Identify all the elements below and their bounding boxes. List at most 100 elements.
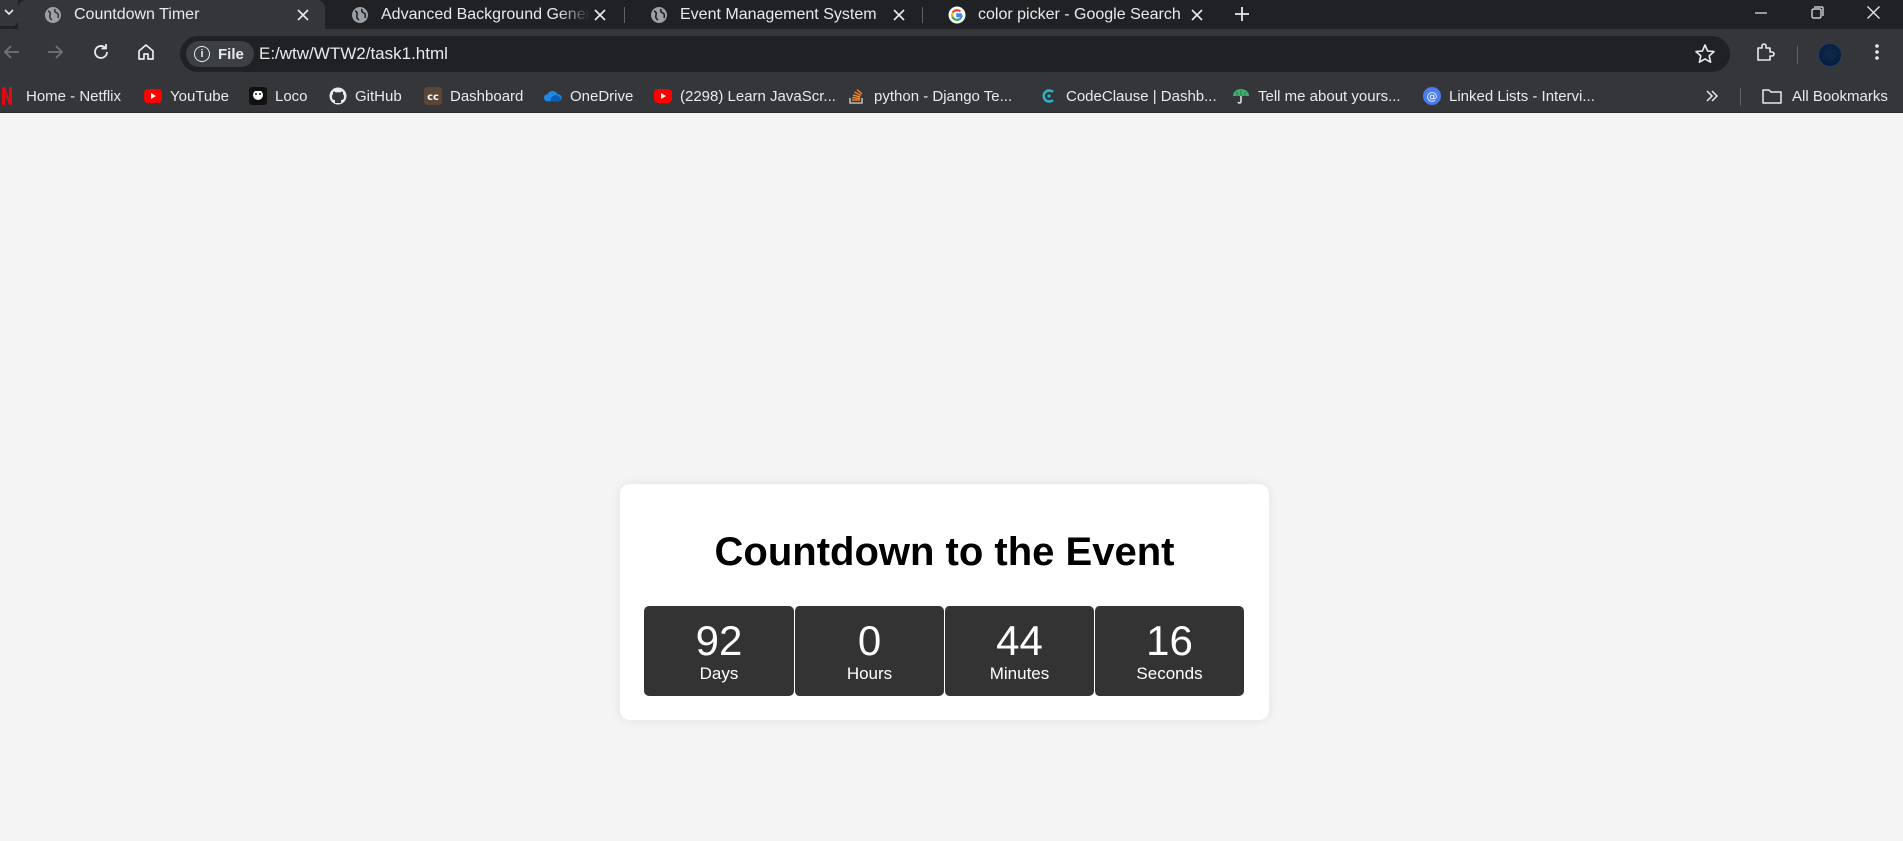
- codeclause-icon: [1040, 87, 1058, 105]
- home-icon: [137, 43, 155, 66]
- svg-text:@: @: [1427, 90, 1438, 103]
- profile-avatar[interactable]: [1818, 43, 1842, 67]
- tab-title: Event Management System: [680, 5, 877, 23]
- page-viewport: Countdown to the Event 92 Days 0 Hours 4…: [0, 113, 1903, 841]
- close-icon[interactable]: [590, 5, 610, 25]
- tab-countdown-timer[interactable]: Countdown Timer: [18, 0, 325, 29]
- restore-icon: [1810, 5, 1824, 24]
- bookmark-label: GitHub: [355, 87, 402, 105]
- bookmark-label: Home - Netflix: [26, 87, 122, 105]
- bookmark-youtube[interactable]: YouTube: [144, 79, 229, 113]
- bookmark-label: YouTube: [170, 87, 229, 105]
- chevron-double-right-icon: [1706, 86, 1719, 107]
- globe-icon: [351, 6, 369, 24]
- close-icon[interactable]: [889, 5, 909, 25]
- tab-advanced-background-generator[interactable]: Advanced Background Generator: [325, 0, 622, 29]
- hours-value: 0: [857, 617, 882, 664]
- bookmark-label: Dashboard: [450, 87, 524, 105]
- page-title: Countdown to the Event: [714, 530, 1175, 574]
- reload-icon: [92, 43, 110, 66]
- tab-title: color picker - Google Search: [978, 5, 1181, 23]
- bookmark-onedrive[interactable]: OneDrive: [544, 79, 633, 113]
- folder-icon: [1762, 87, 1782, 105]
- home-button[interactable]: [132, 40, 160, 68]
- toolbar-divider: [1797, 46, 1798, 64]
- countdown-seconds: 16 Seconds: [1094, 606, 1244, 696]
- bookmark-linked-lists[interactable]: @ Linked Lists - Intervi...: [1423, 79, 1595, 113]
- puzzle-icon: [1755, 42, 1775, 67]
- google-icon: [948, 6, 966, 24]
- new-tab-button[interactable]: [1230, 2, 1254, 26]
- codechef-icon: cc: [424, 87, 442, 105]
- svg-text:cc: cc: [427, 92, 439, 103]
- bookmark-label: Loco: [275, 87, 308, 105]
- seconds-label: Seconds: [1136, 664, 1203, 683]
- minutes-value: 44: [996, 617, 1043, 664]
- arrow-right-icon: [46, 43, 64, 66]
- restore-button[interactable]: [1789, 0, 1845, 29]
- close-icon: [1866, 5, 1880, 24]
- address-bar[interactable]: i File E:/wtw/WTW2/task1.html: [180, 36, 1730, 72]
- bookmark-codeclause[interactable]: CodeClause | Dashb...: [1040, 79, 1217, 113]
- bookmark-github[interactable]: GitHub: [329, 79, 402, 113]
- bookmark-tell-me-about-yourself[interactable]: Tell me about yours...: [1232, 79, 1401, 113]
- at-icon: @: [1423, 87, 1441, 105]
- github-icon: [329, 87, 347, 105]
- bookmarks-bar: Home - Netflix YouTube Loco GitHub cc Da…: [0, 79, 1903, 113]
- youtube-icon: [654, 87, 672, 105]
- loco-icon: [249, 87, 267, 105]
- stackoverflow-icon: [848, 87, 866, 105]
- info-icon: i: [194, 46, 210, 62]
- globe-icon: [650, 6, 668, 24]
- bookmark-learn-javascript[interactable]: (2298) Learn JavaScr...: [654, 79, 836, 113]
- forward-button[interactable]: [41, 40, 69, 68]
- seconds-value: 16: [1146, 617, 1193, 664]
- extensions-button[interactable]: [1751, 40, 1779, 68]
- all-bookmarks-label: All Bookmarks: [1792, 87, 1888, 105]
- tab-event-management-system[interactable]: Event Management System: [624, 0, 921, 29]
- all-bookmarks-button[interactable]: All Bookmarks: [1762, 79, 1888, 113]
- bookmark-label: CodeClause | Dashb...: [1066, 87, 1217, 105]
- tab-color-picker-google-search[interactable]: color picker - Google Search: [922, 0, 1219, 29]
- bookmark-python-django[interactable]: python - Django Te...: [848, 79, 1012, 113]
- bookmark-loco[interactable]: Loco: [249, 79, 308, 113]
- site-info-chip[interactable]: i File: [186, 41, 254, 67]
- umbrella-icon: [1232, 87, 1250, 105]
- bookmark-dashboard[interactable]: cc Dashboard: [424, 79, 523, 113]
- countdown-days: 92 Days: [644, 606, 794, 696]
- close-window-button[interactable]: [1845, 0, 1901, 29]
- arrow-left-icon: [3, 43, 21, 66]
- menu-button[interactable]: [1863, 40, 1891, 68]
- bookmark-home-netflix[interactable]: Home - Netflix: [0, 79, 121, 113]
- bookmark-label: OneDrive: [570, 87, 634, 105]
- tab-title: Advanced Background Generator: [381, 5, 590, 23]
- tab-strip: Countdown Timer Advanced Background Gene…: [0, 0, 1903, 29]
- back-button[interactable]: [0, 40, 26, 68]
- countdown-units: 92 Days 0 Hours 44 Minutes 16 Seconds: [644, 606, 1244, 696]
- bookmark-star-icon[interactable]: [1694, 43, 1716, 65]
- bookmarks-separator: [1740, 88, 1741, 106]
- bookmarks-overflow-button[interactable]: [1700, 84, 1724, 108]
- close-icon[interactable]: [293, 5, 313, 25]
- onedrive-icon: [544, 87, 562, 105]
- minimize-button[interactable]: [1733, 0, 1789, 29]
- more-vertical-icon: [1874, 43, 1880, 66]
- reload-button[interactable]: [87, 40, 115, 68]
- hours-label: Hours: [846, 664, 893, 683]
- close-icon[interactable]: [1187, 5, 1207, 25]
- bookmark-label: (2298) Learn JavaScr...: [680, 87, 836, 105]
- days-label: Days: [699, 664, 739, 683]
- tab-search-button[interactable]: [0, 0, 18, 26]
- browser-toolbar: i File E:/wtw/WTW2/task1.html: [0, 29, 1903, 79]
- countdown-minutes: 44 Minutes: [944, 606, 1094, 696]
- minimize-icon: [1755, 6, 1767, 24]
- days-value: 92: [695, 617, 743, 664]
- globe-icon: [44, 6, 62, 24]
- url-text[interactable]: E:/wtw/WTW2/task1.html: [259, 44, 448, 64]
- countdown-hours: 0 Hours: [794, 606, 944, 696]
- bookmark-label: Tell me about yours...: [1258, 87, 1401, 105]
- bookmark-label: Linked Lists - Intervi...: [1449, 87, 1595, 105]
- bookmark-label: python - Django Te...: [874, 87, 1013, 105]
- countdown-card: Countdown to the Event 92 Days 0 Hours 4…: [620, 484, 1269, 720]
- youtube-icon: [144, 87, 162, 105]
